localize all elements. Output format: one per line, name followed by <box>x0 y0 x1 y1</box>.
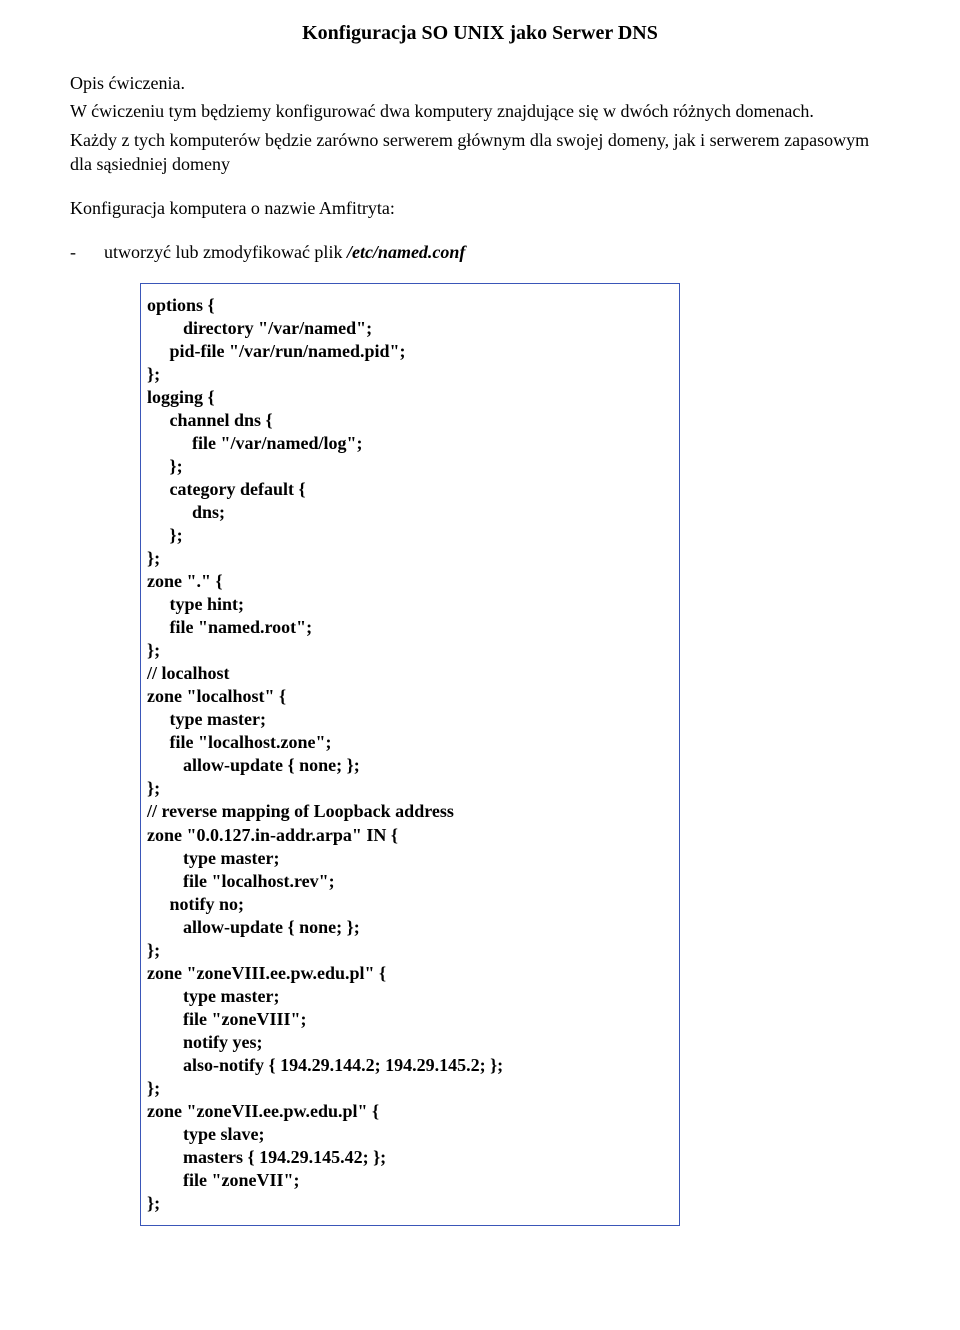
intro-line-3: Każdy z tych komputerów będzie zarówno s… <box>70 128 890 177</box>
bullet-item: - utworzyć lub zmodyfikować plik /etc/na… <box>70 240 890 264</box>
bullet-text-italic: /etc/named.conf <box>347 242 465 262</box>
bullet-text-plain: utworzyć lub zmodyfikować plik <box>104 242 347 262</box>
intro-line-1: Opis ćwiczenia. <box>70 71 890 95</box>
page-title: Konfiguracja SO UNIX jako Serwer DNS <box>70 20 890 47</box>
section-heading: Konfiguracja komputera o nazwie Amfitryt… <box>70 196 890 220</box>
bullet-text: utworzyć lub zmodyfikować plik /etc/name… <box>104 240 465 264</box>
code-block: options { directory "/var/named"; pid-fi… <box>140 283 680 1226</box>
intro-line-2: W ćwiczeniu tym będziemy konfigurować dw… <box>70 99 890 123</box>
bullet-dash: - <box>70 240 104 264</box>
